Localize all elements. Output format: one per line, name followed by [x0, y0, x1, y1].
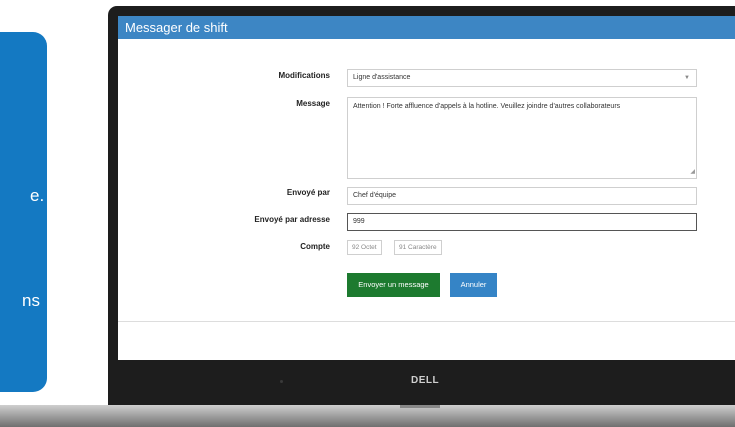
- resize-handle-icon[interactable]: ◢: [690, 168, 695, 177]
- modifications-value: Ligne d'assistance: [353, 74, 411, 81]
- count-label: Compte: [300, 242, 330, 251]
- callout-text-fragment: ns: [22, 291, 40, 310]
- address-value: 999: [353, 218, 365, 225]
- app-window: Messager de shift Modifications Ligne d'…: [118, 16, 735, 360]
- message-textarea[interactable]: Attention ! Forte affluence d'appels à l…: [347, 97, 697, 179]
- sender-label: Envoyé par: [286, 188, 330, 197]
- laptop-base: [0, 405, 735, 427]
- laptop-hinge-notch: [400, 405, 440, 408]
- send-message-button[interactable]: Envoyer un message: [347, 273, 440, 297]
- char-count: 91 Caractère: [394, 240, 442, 255]
- octet-count: 92 Octet: [347, 240, 382, 255]
- modifications-select[interactable]: Ligne d'assistance ▼: [347, 69, 697, 87]
- chevron-down-icon: ▼: [684, 75, 690, 81]
- message-label: Message: [296, 99, 330, 108]
- cancel-button[interactable]: Annuler: [450, 273, 497, 297]
- sender-input[interactable]: Chef d'équipe: [347, 187, 697, 205]
- callout-text-fragment: e.: [30, 186, 45, 205]
- address-input[interactable]: 999: [347, 213, 697, 231]
- modifications-label: Modifications: [278, 71, 330, 80]
- window-title: Messager de shift: [118, 16, 735, 39]
- sender-value: Chef d'équipe: [353, 192, 396, 199]
- webcam-icon: [280, 380, 283, 383]
- info-callout-panel: [0, 32, 47, 392]
- message-text: Attention ! Forte affluence d'appels à l…: [353, 103, 621, 110]
- divider: [118, 321, 735, 322]
- dell-logo: DELL: [411, 375, 440, 386]
- address-label: Envoyé par adresse: [254, 215, 330, 224]
